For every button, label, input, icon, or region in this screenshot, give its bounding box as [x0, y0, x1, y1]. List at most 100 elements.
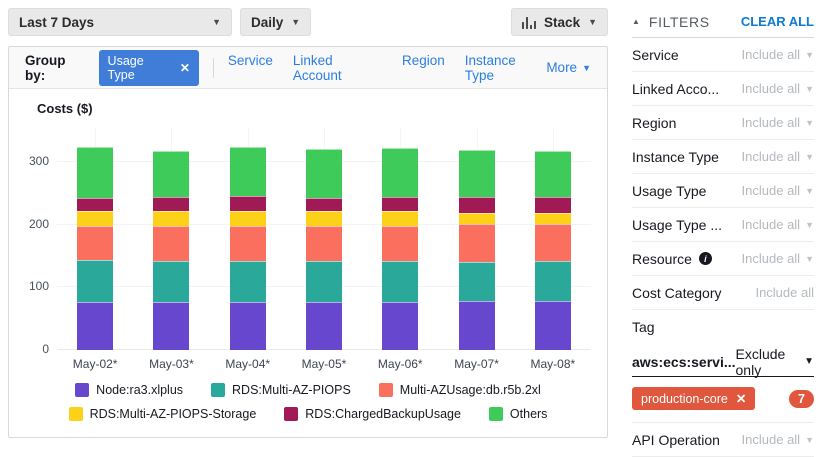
segment-rds-chargedbackupusage[interactable] — [535, 197, 571, 213]
close-icon[interactable]: ✕ — [736, 391, 746, 406]
segment-rds-chargedbackupusage[interactable] — [230, 196, 266, 211]
group-by-more-dropdown[interactable]: More ▼ — [546, 60, 591, 75]
segment-rds-multi-az-piops[interactable] — [382, 261, 418, 302]
filter-row-usage-type: Usage Type Include all▼ — [632, 174, 814, 208]
filter-label-linked-acco: Linked Acco... — [632, 81, 719, 97]
stacked-bar-may-06[interactable] — [382, 148, 418, 350]
segment-others[interactable] — [535, 151, 571, 198]
segment-rds-chargedbackupusage[interactable] — [382, 197, 418, 211]
segment-rds-chargedbackupusage[interactable] — [459, 197, 495, 213]
segment-rds-chargedbackupusage[interactable] — [77, 198, 113, 211]
legend-label: RDS:ChargedBackupUsage — [305, 407, 461, 421]
segment-node-ra3-xlplus[interactable] — [230, 302, 266, 350]
segment-rds-multi-az-piops-storage[interactable] — [306, 211, 342, 226]
filter-value-dropdown-region[interactable]: Include all ▼ — [742, 115, 814, 130]
filter-label-usage-type: Usage Type — [632, 183, 706, 199]
filter-value-dropdown-instance-type[interactable]: Include all▼ — [742, 149, 814, 164]
group-by-label: Group by: — [25, 53, 89, 83]
chevron-down-icon: ▼ — [805, 435, 814, 445]
segment-multi-azusage-db-r5b-2xl[interactable] — [77, 226, 113, 260]
filter-value-dropdown-cost-category[interactable]: Include all — [755, 285, 814, 300]
clear-all-button[interactable]: CLEAR ALL — [741, 14, 814, 29]
segment-multi-azusage-db-r5b-2xl[interactable] — [306, 226, 342, 261]
legend-item-rds-multi-az-piops-storage: RDS:Multi-AZ-PIOPS-Storage — [69, 407, 257, 421]
group-by-chip-usage-type[interactable]: Usage Type ✕ — [99, 50, 199, 86]
segment-others[interactable] — [77, 147, 113, 198]
segment-others[interactable] — [382, 148, 418, 197]
group-by-link-region[interactable]: Region — [402, 53, 445, 83]
group-by-link-linked-account[interactable]: Linked Account — [293, 53, 382, 83]
plot-row: 0100200300 — [9, 128, 607, 350]
segment-others[interactable] — [153, 151, 189, 197]
chevron-down-icon: ▼ — [805, 118, 814, 128]
filter-value-dropdown-service[interactable]: Include all▼ — [742, 47, 814, 62]
segment-rds-multi-az-piops[interactable] — [230, 261, 266, 302]
segment-rds-multi-az-piops[interactable] — [153, 261, 189, 302]
stacked-bar-may-02[interactable] — [77, 147, 113, 350]
filter-value-dropdown-api-operation[interactable]: Include all ▼ — [742, 432, 814, 447]
segment-rds-multi-az-piops-storage[interactable] — [153, 211, 189, 226]
x-tick-may-02: May-02* — [57, 357, 133, 371]
segment-multi-azusage-db-r5b-2xl[interactable] — [230, 226, 266, 261]
more-label: More — [546, 60, 577, 75]
segment-rds-multi-az-piops-storage[interactable] — [230, 211, 266, 226]
segment-rds-multi-az-piops[interactable] — [535, 261, 571, 301]
filters-header[interactable]: ▲ FILTERS CLEAR ALL — [632, 6, 814, 38]
tag-value-chip[interactable]: production-core ✕ — [632, 387, 755, 410]
date-range-dropdown[interactable]: Last 7 Days ▼ — [8, 8, 232, 36]
segment-rds-multi-az-piops-storage[interactable] — [459, 213, 495, 224]
filter-value-dropdown-usage-type[interactable]: Include all▼ — [742, 183, 814, 198]
segment-node-ra3-xlplus[interactable] — [153, 302, 189, 350]
segment-multi-azusage-db-r5b-2xl[interactable] — [153, 226, 189, 261]
segment-others[interactable] — [459, 150, 495, 197]
segment-rds-multi-az-piops-storage[interactable] — [77, 211, 113, 226]
filter-row-tag: Tag — [632, 310, 814, 344]
segment-rds-multi-az-piops[interactable] — [77, 260, 113, 302]
segment-node-ra3-xlplus[interactable] — [459, 301, 495, 350]
segment-node-ra3-xlplus[interactable] — [77, 302, 113, 350]
segment-rds-multi-az-piops[interactable] — [459, 262, 495, 301]
close-icon[interactable]: ✕ — [180, 61, 190, 75]
segment-others[interactable] — [306, 149, 342, 198]
group-by-link-service[interactable]: Service — [228, 53, 273, 83]
info-icon[interactable]: i — [699, 252, 712, 265]
tag-key-dropdown[interactable]: aws:ecs:servi... Exclude only ▼ — [632, 347, 814, 377]
segment-node-ra3-xlplus[interactable] — [535, 301, 571, 350]
granularity-dropdown[interactable]: Daily ▼ — [240, 8, 311, 36]
segment-node-ra3-xlplus[interactable] — [382, 302, 418, 350]
filter-value-text: Include all — [742, 115, 801, 130]
segment-others[interactable] — [230, 147, 266, 196]
chevron-down-icon: ▼ — [805, 220, 814, 230]
segment-rds-multi-az-piops-storage[interactable] — [535, 213, 571, 224]
segment-rds-multi-az-piops-storage[interactable] — [382, 211, 418, 225]
chevron-down-icon: ▼ — [582, 63, 591, 73]
filter-value-dropdown-usage-type[interactable]: Include all▼ — [742, 217, 814, 232]
legend-label: Others — [510, 407, 548, 421]
filter-row-resource: ResourceiInclude all▼ — [632, 242, 814, 276]
legend-item-rds-multi-az-piops: RDS:Multi-AZ-PIOPS — [211, 383, 351, 397]
stacked-bar-may-08[interactable] — [535, 151, 571, 350]
chevron-down-icon: ▼ — [805, 254, 814, 264]
filter-value-dropdown-linked-acco[interactable]: Include all▼ — [742, 81, 814, 96]
stacked-bar-may-05[interactable] — [306, 149, 342, 350]
segment-rds-chargedbackupusage[interactable] — [306, 198, 342, 211]
segment-multi-azusage-db-r5b-2xl[interactable] — [535, 224, 571, 260]
chevron-down-icon: ▼ — [805, 50, 814, 60]
tag-key-name: aws:ecs:servi... — [632, 354, 736, 370]
segment-rds-multi-az-piops[interactable] — [306, 261, 342, 302]
stacked-bar-may-03[interactable] — [153, 151, 189, 350]
chart-type-dropdown[interactable]: Stack ▼ — [511, 8, 608, 36]
excluded-count-badge[interactable]: 7 — [789, 390, 814, 408]
stacked-bar-may-04[interactable] — [230, 147, 266, 350]
x-tick-may-08: May-08* — [515, 357, 591, 371]
group-by-link-instance-type[interactable]: Instance Type — [465, 53, 547, 83]
filter-value-text: Include all — [742, 432, 801, 447]
tag-filter-mode: Exclude only ▼ — [736, 346, 814, 378]
segment-node-ra3-xlplus[interactable] — [306, 302, 342, 350]
segment-multi-azusage-db-r5b-2xl[interactable] — [459, 224, 495, 262]
divider — [213, 58, 214, 78]
segment-multi-azusage-db-r5b-2xl[interactable] — [382, 226, 418, 261]
filter-value-dropdown-resource[interactable]: Include all▼ — [742, 251, 814, 266]
stacked-bar-may-07[interactable] — [459, 150, 495, 350]
segment-rds-chargedbackupusage[interactable] — [153, 197, 189, 211]
